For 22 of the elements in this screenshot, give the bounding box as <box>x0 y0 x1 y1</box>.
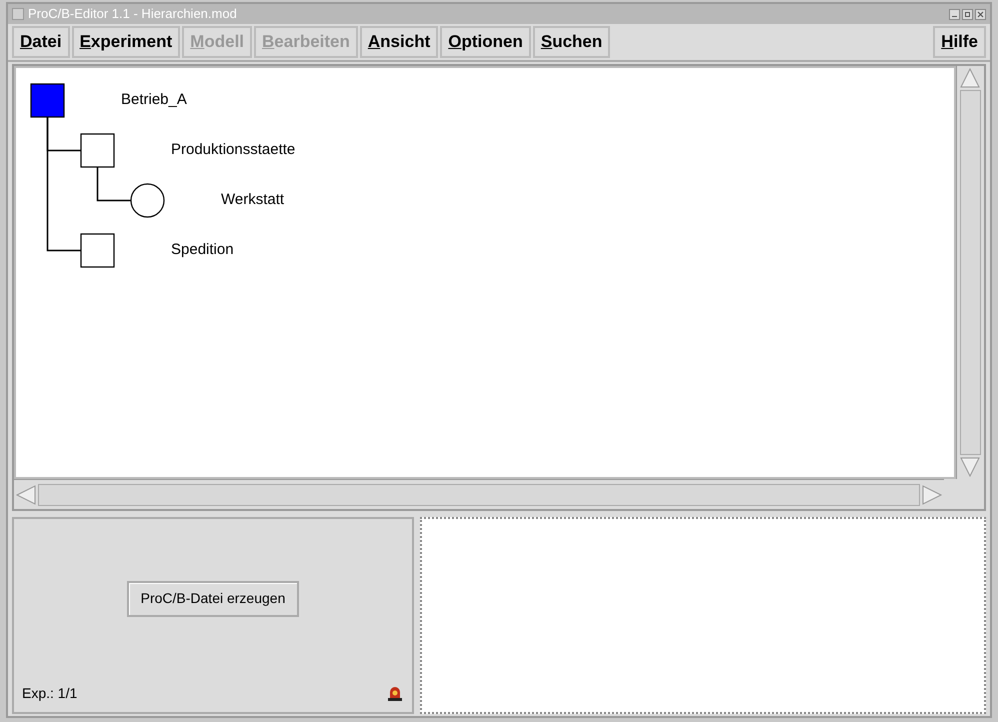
square-node[interactable] <box>30 83 65 118</box>
experiment-status: Exp.: 1/1 <box>22 684 78 703</box>
generate-file-button[interactable]: ProC/B-Datei erzeugen <box>126 580 300 616</box>
square-node[interactable] <box>80 233 115 268</box>
close-icon[interactable] <box>975 8 986 20</box>
maximize-icon[interactable] <box>962 8 973 20</box>
window-title: ProC/B-Editor 1.1 - Hierarchien.mod <box>28 5 237 24</box>
square-node[interactable] <box>80 133 115 168</box>
node-label: Spedition <box>171 241 234 259</box>
menu-item[interactable]: Hilfe <box>933 26 986 58</box>
node-label: Betrieb_A <box>121 91 187 109</box>
menu-item[interactable]: Experiment <box>72 26 180 58</box>
node-label: Werkstatt <box>221 191 284 209</box>
alarm-light-icon <box>386 684 404 702</box>
minimize-icon[interactable] <box>949 8 960 20</box>
menu-item[interactable]: Optionen <box>440 26 531 58</box>
menu-item[interactable]: Suchen <box>532 26 610 58</box>
connector-line <box>96 167 131 202</box>
menu-item[interactable]: Datei <box>12 26 70 58</box>
menu-item[interactable]: Ansicht <box>360 26 438 58</box>
node-label: Produktionsstaette <box>171 141 296 159</box>
circle-node[interactable] <box>130 183 165 218</box>
